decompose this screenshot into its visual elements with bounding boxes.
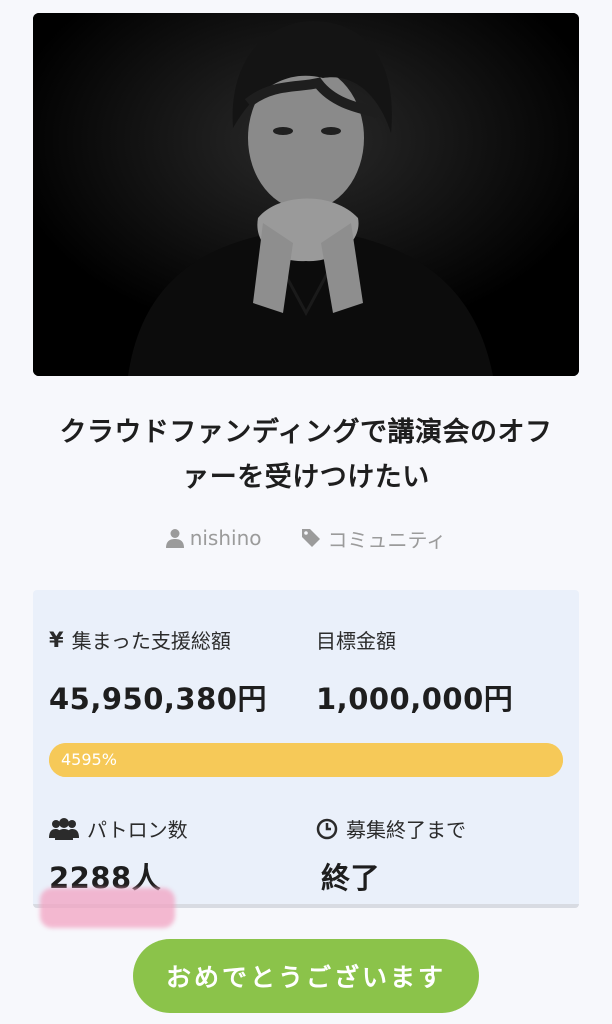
project-title-line-2: ァーを受けつけたい xyxy=(182,462,430,493)
project-title: クラウドファンディングで講演会のオフ ァーを受けつけたい xyxy=(30,410,582,500)
category-link[interactable]: コミュニティ xyxy=(301,524,446,553)
author-link[interactable]: nishino xyxy=(165,526,262,550)
funding-progress-fill xyxy=(49,743,563,777)
marker-highlight xyxy=(40,888,175,928)
yen-icon: ¥ xyxy=(49,627,64,652)
category-name: コミュニティ xyxy=(327,527,447,552)
goal-label-text: 目標金額 xyxy=(316,629,396,653)
user-icon xyxy=(165,529,184,548)
deadline-label: 募集終了まで xyxy=(316,814,466,843)
funding-stats-card: ¥ 集まった支援総額 目標金額 45,950,380円 1,000,000円 4… xyxy=(33,590,579,908)
clock-icon xyxy=(316,818,338,839)
deadline-label-text: 募集終了まで xyxy=(346,818,466,842)
raised-label: ¥ 集まった支援総額 xyxy=(49,625,231,654)
raised-label-text: 集まった支援総額 xyxy=(71,629,231,653)
project-meta: nishino コミュニティ xyxy=(0,520,612,556)
users-icon xyxy=(49,817,79,840)
raised-value: 45,950,380円 xyxy=(49,682,267,716)
patrons-label: パトロン数 xyxy=(49,814,188,843)
author-name: nishino xyxy=(189,526,262,550)
patrons-label-text: パトロン数 xyxy=(87,818,188,842)
goal-value: 1,000,000円 xyxy=(316,682,514,716)
tag-icon xyxy=(302,529,321,547)
funding-progress-bar: 4595% xyxy=(49,743,563,777)
goal-label: 目標金額 xyxy=(316,625,396,654)
congratulations-button[interactable]: おめでとうございます xyxy=(133,939,479,1013)
project-title-line-1: クラウドファンディングで講演会のオフ xyxy=(59,417,553,448)
deadline-value: 終了 xyxy=(321,861,381,895)
progress-percent: 4595% xyxy=(61,750,117,769)
project-hero-image xyxy=(33,13,579,376)
